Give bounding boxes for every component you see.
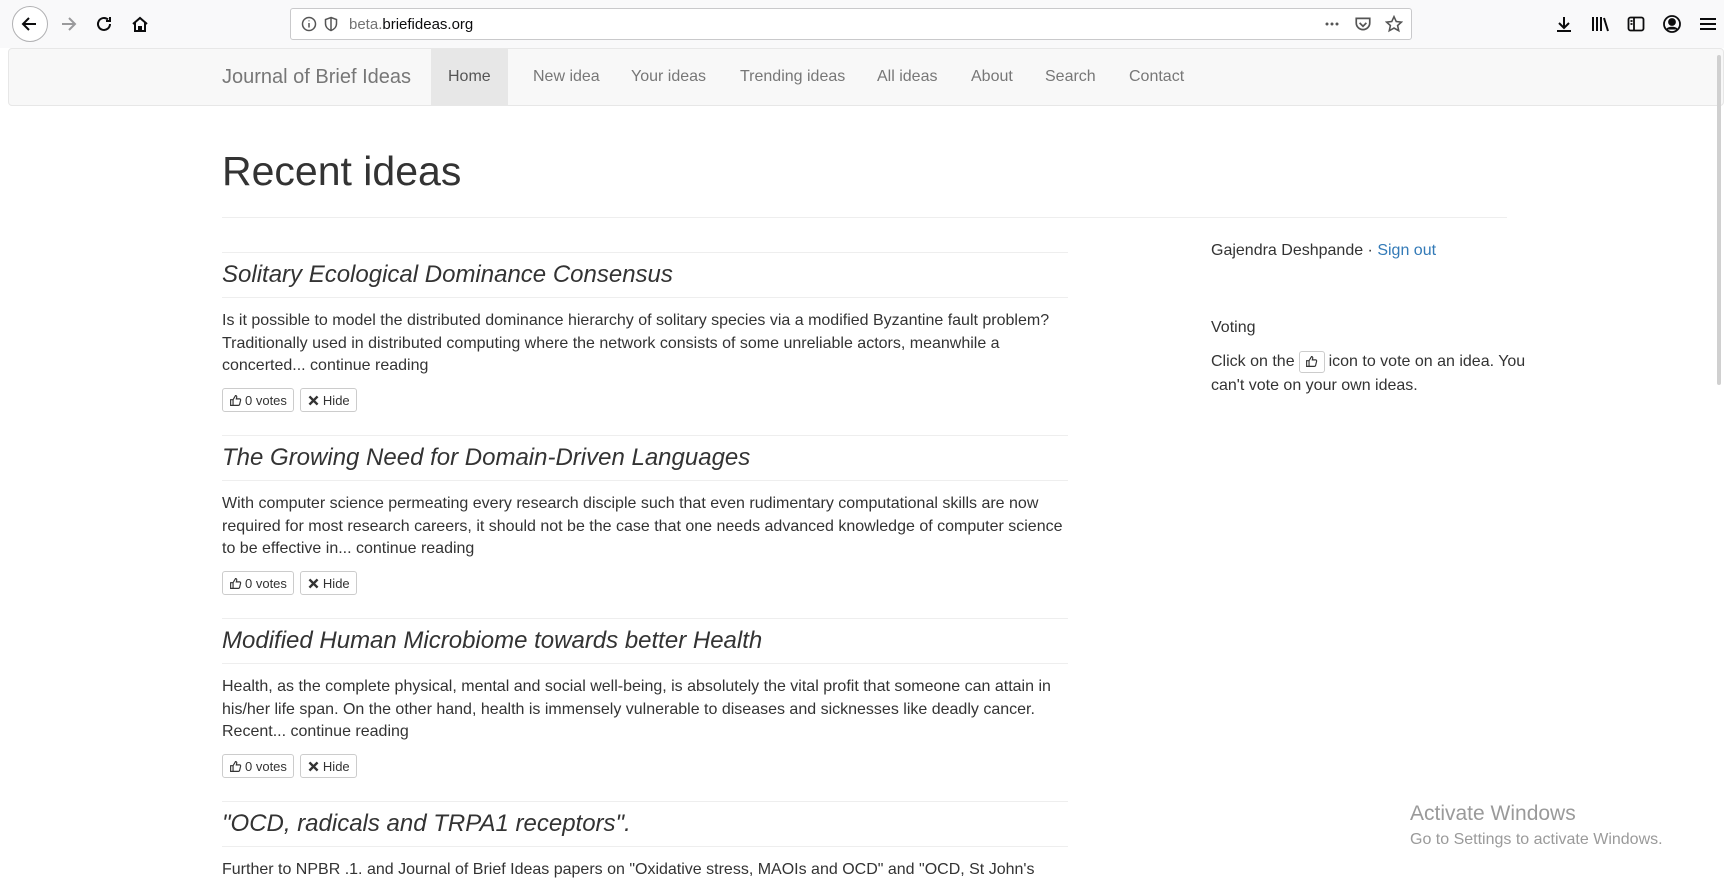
idea-excerpt: Is it possible to model the distributed … xyxy=(222,312,1050,375)
hide-label: Hide xyxy=(322,575,350,591)
user-info: Gajendra Deshpande · Sign out xyxy=(1211,242,1436,260)
idea-actions: 0 votes Hide xyxy=(222,754,357,778)
idea-title[interactable]: Modified Human Microbiome towards better… xyxy=(222,627,762,655)
forward-icon[interactable] xyxy=(50,6,86,42)
vote-count: 0 votes xyxy=(245,758,287,774)
more-icon[interactable] xyxy=(1324,16,1340,32)
bookmark-star-icon[interactable] xyxy=(1384,14,1404,33)
pocket-icon[interactable] xyxy=(1354,15,1372,33)
hide-button[interactable]: Hide xyxy=(299,571,357,595)
page-title: Recent ideas xyxy=(222,148,462,194)
idea-excerpt: With computer science permeating every r… xyxy=(222,495,1063,558)
nav-your-ideas[interactable]: Your ideas xyxy=(614,49,723,105)
menu-icon[interactable] xyxy=(1698,14,1716,34)
vote-button[interactable]: 0 votes xyxy=(222,754,294,778)
voting-heading: Voting xyxy=(1211,319,1256,336)
nav-trending-ideas[interactable]: Trending ideas xyxy=(723,49,862,105)
vote-button[interactable]: 0 votes xyxy=(222,388,294,412)
vote-button[interactable]: 0 votes xyxy=(222,571,294,595)
idea-card: "OCD, radicals and TRPA1 receptors". Fur… xyxy=(222,801,1068,885)
divider xyxy=(222,435,1068,436)
sign-out-link[interactable]: Sign out xyxy=(1377,242,1436,259)
separator: · xyxy=(1363,242,1378,259)
divider xyxy=(222,480,1068,481)
voting-help-text: Click on the icon to vote on an idea. You… xyxy=(1211,350,1531,398)
back-icon[interactable] xyxy=(12,6,48,42)
title-divider xyxy=(222,217,1507,218)
activation-watermark-title: Activate Windows xyxy=(1410,802,1576,825)
divider xyxy=(222,252,1068,253)
close-icon xyxy=(308,761,319,771)
nav-new-idea[interactable]: New idea xyxy=(516,49,617,105)
sidebar-icon[interactable] xyxy=(1626,14,1646,34)
reload-icon[interactable] xyxy=(86,6,122,42)
account-icon[interactable] xyxy=(1662,14,1682,34)
idea-title[interactable]: "OCD, radicals and TRPA1 receptors". xyxy=(222,810,631,838)
browser-toolbar: beta.briefideas.org xyxy=(0,0,1724,48)
url-domain: briefideas.org xyxy=(382,16,474,33)
home-icon[interactable] xyxy=(122,6,158,42)
activation-watermark-subtitle: Go to Settings to activate Windows. xyxy=(1410,831,1663,848)
site-brand[interactable]: Journal of Brief Ideas xyxy=(222,66,411,89)
nav-all-ideas[interactable]: All ideas xyxy=(860,49,954,105)
url-bar[interactable]: beta.briefideas.org xyxy=(290,8,1412,40)
vote-count: 0 votes xyxy=(245,392,287,408)
hide-button[interactable]: Hide xyxy=(299,754,357,778)
nav-search[interactable]: Search xyxy=(1028,49,1113,105)
url-prefix: beta. xyxy=(349,16,383,33)
divider xyxy=(222,846,1068,847)
divider xyxy=(222,297,1068,298)
thumbs-up-icon xyxy=(1298,350,1325,373)
hide-label: Hide xyxy=(322,758,350,774)
thumbs-up-icon xyxy=(230,760,242,772)
vote-count: 0 votes xyxy=(245,575,287,591)
user-name: Gajendra Deshpande xyxy=(1211,242,1364,259)
idea-excerpt: Health, as the complete physical, mental… xyxy=(222,678,1051,741)
idea-actions: 0 votes Hide xyxy=(222,388,357,412)
hide-button[interactable]: Hide xyxy=(299,388,357,412)
thumbs-up-icon xyxy=(230,577,242,589)
info-icon[interactable] xyxy=(301,16,317,32)
nav-home[interactable]: Home xyxy=(431,49,508,105)
thumbs-up-icon xyxy=(230,394,242,406)
close-icon xyxy=(308,395,319,405)
divider xyxy=(222,663,1068,664)
idea-actions: 0 votes Hide xyxy=(222,571,357,595)
divider xyxy=(222,618,1068,619)
nav-about[interactable]: About xyxy=(954,49,1030,105)
shield-icon[interactable] xyxy=(323,16,339,32)
idea-excerpt: Further to NPBR .1. and Journal of Brief… xyxy=(222,861,1035,885)
hide-label: Hide xyxy=(322,392,350,408)
library-icon[interactable] xyxy=(1590,14,1610,34)
divider xyxy=(222,801,1068,802)
voting-text-before: Click on the xyxy=(1211,353,1295,370)
nav-contact[interactable]: Contact xyxy=(1112,49,1201,105)
idea-title[interactable]: Solitary Ecological Dominance Consensus xyxy=(222,261,673,289)
url-text[interactable]: beta.briefideas.org xyxy=(349,16,473,33)
download-icon[interactable] xyxy=(1554,14,1574,34)
close-icon xyxy=(308,578,319,588)
scrollbar-thumb[interactable] xyxy=(1717,55,1721,385)
site-navbar: Journal of Brief Ideas Home New idea You… xyxy=(8,48,1724,106)
idea-title[interactable]: The Growing Need for Domain-Driven Langu… xyxy=(222,444,750,472)
